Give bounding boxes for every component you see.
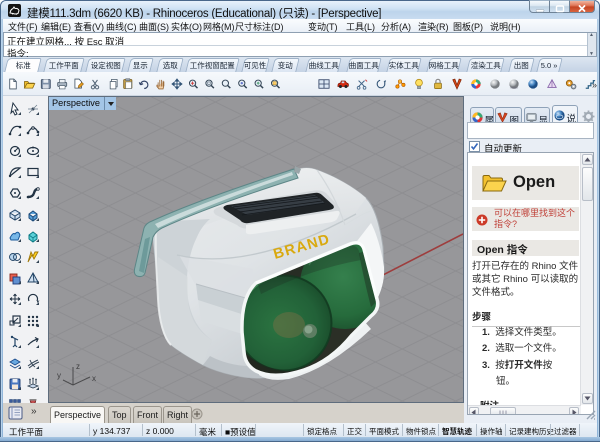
svg-text:x: x: [92, 374, 96, 383]
svg-text:y: y: [57, 371, 61, 380]
svg-text:z: z: [76, 362, 80, 371]
svg-text:»: »: [592, 80, 597, 90]
